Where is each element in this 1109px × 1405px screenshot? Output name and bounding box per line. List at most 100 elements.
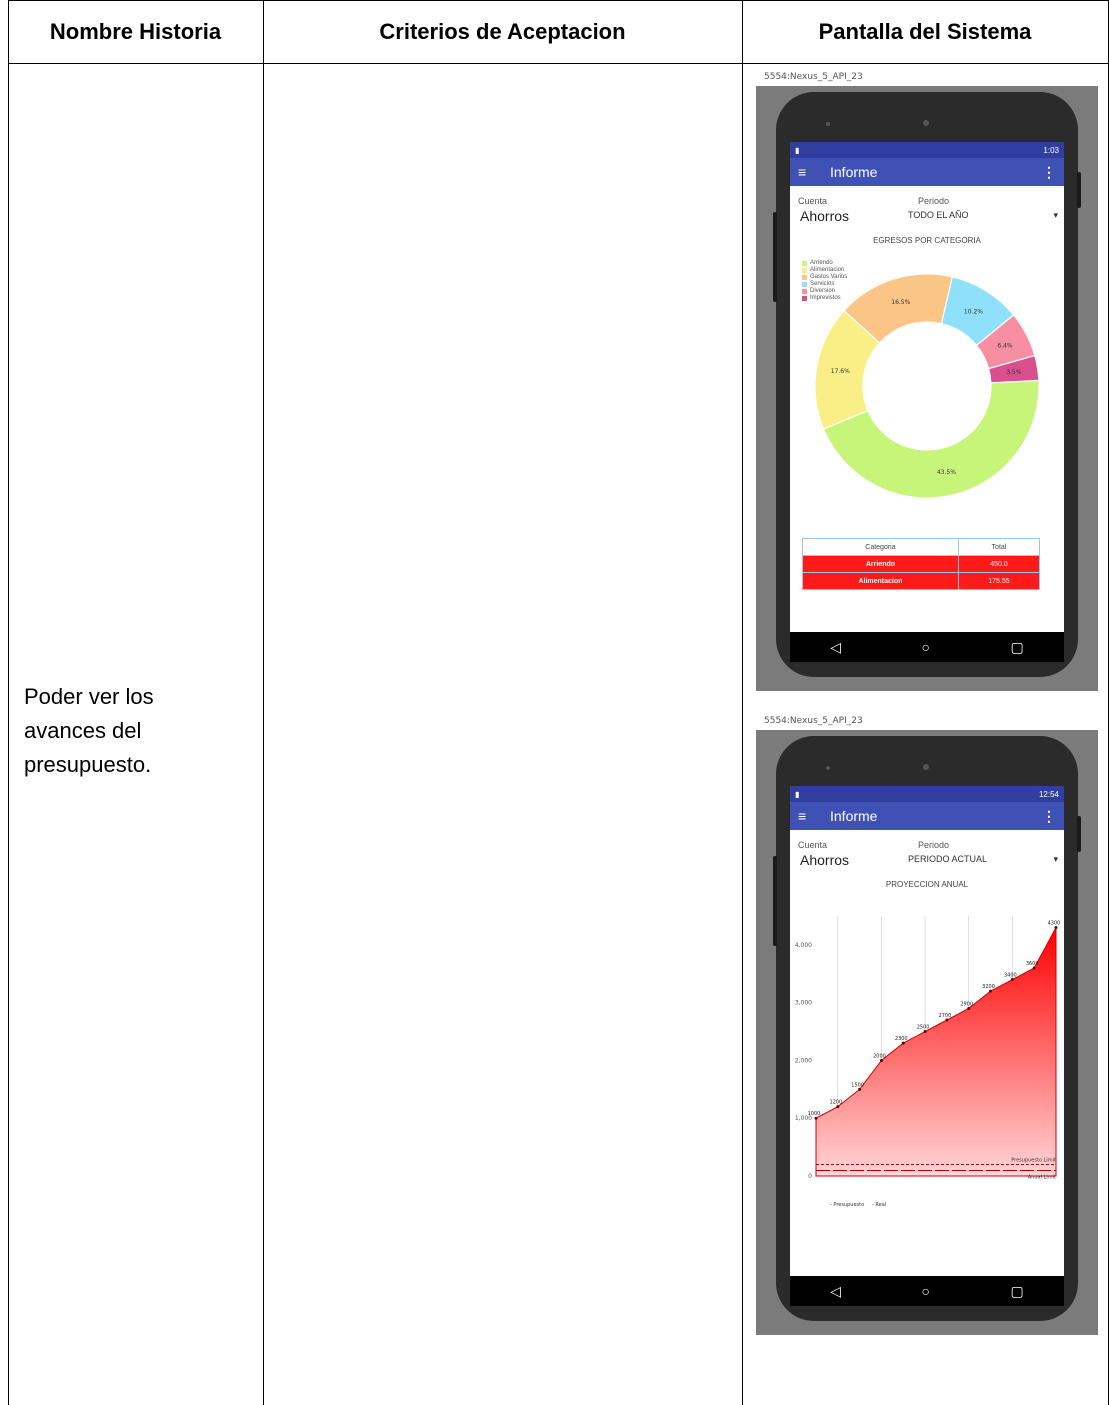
device-label: 5554:Nexus_5_API_23	[764, 716, 863, 726]
donut-chart: 43.5% 17.6% 16.5% 10.2% 6.4% 3.5%	[814, 273, 1040, 499]
more-options-icon[interactable]: ⋮	[1042, 164, 1056, 181]
app-bar: ≡ Informe ⋮	[790, 802, 1064, 830]
periodo-label: Periodo	[918, 840, 950, 850]
slice-value-label: 10.2%	[964, 308, 983, 315]
column-header-criteria: Criterios de Aceptacion	[379, 19, 626, 44]
phone-screen: ▮ 1:03 ≡ Informe ⋮ Cuenta Periodo Ahorros…	[790, 142, 1064, 632]
emulator-screenshot-2: 5554:Nexus_5_API_23 ▮ 12:54 ≡ Informe ⋮ C…	[756, 710, 1098, 1335]
periodo-value: TODO EL AÑO	[908, 210, 969, 220]
data-label: 3400	[1004, 973, 1017, 979]
menu-icon[interactable]: ≡	[798, 164, 812, 180]
data-label: 3200	[982, 984, 995, 990]
phone-frame: ▮ 1:03 ≡ Informe ⋮ Cuenta Periodo Ahorros…	[773, 92, 1081, 677]
legend-item: - Presupuesto	[830, 1202, 864, 1208]
slice-value-label: 3.5%	[1006, 369, 1022, 376]
slice-value-label: 6.4%	[997, 342, 1013, 349]
status-bar: ▮ 1:03	[790, 142, 1064, 158]
table-divider-1	[263, 0, 264, 1405]
volume-button	[773, 212, 777, 302]
data-label: 2300	[895, 1036, 908, 1042]
app-title: Informe	[830, 164, 878, 180]
data-label: 2500	[917, 1025, 930, 1031]
cuenta-label: Cuenta	[798, 840, 828, 850]
data-label: 2000	[873, 1053, 886, 1059]
slice-value-label: 43.5%	[937, 469, 956, 476]
table-border-left	[8, 0, 9, 1405]
volume-button	[773, 856, 777, 946]
area-chart: 01,0002,0003,0004,0001000120015002000230…	[795, 916, 1060, 1208]
category-table: Categoria Total Arriendo 450.0 Alimentacio…	[802, 538, 1041, 590]
y-tick-label: 0	[808, 1173, 812, 1180]
status-bar: ▮ 12:54	[790, 786, 1064, 802]
periodo-value: PERIODO ACTUAL	[908, 854, 988, 864]
story-line-2: avances del	[24, 718, 142, 743]
table-header-total: Total	[957, 538, 1041, 556]
phone-screen: ▮ 12:54 ≡ Informe ⋮ Cuenta Periodo Ahorro…	[790, 786, 1064, 1276]
camera-icon	[923, 120, 929, 126]
periodo-label: Periodo	[918, 196, 950, 206]
cuenta-select[interactable]: Ahorros	[800, 852, 849, 868]
row-total: 450.0	[957, 555, 1041, 573]
back-icon[interactable]: ◁	[830, 639, 841, 656]
y-tick-label: 2,000	[795, 1057, 812, 1064]
limit-label: Presupuesto Limit	[1011, 1157, 1056, 1163]
cuenta-label: Cuenta	[798, 196, 828, 206]
slice-value-label: 16.5%	[891, 299, 910, 306]
nav-bar: ◁ ○ ▢	[790, 1276, 1064, 1306]
data-label: 2700	[939, 1013, 952, 1019]
row-total: 175.55	[957, 572, 1041, 590]
phone-frame: ▮ 12:54 ≡ Informe ⋮ Cuenta Periodo Ahorro…	[773, 736, 1081, 1321]
y-tick-label: 4,000	[795, 942, 812, 949]
menu-icon[interactable]: ≡	[798, 808, 812, 824]
data-label: 1200	[829, 1100, 842, 1106]
chevron-down-icon: ▾	[1053, 210, 1058, 220]
data-label: 3600	[1026, 961, 1039, 967]
row-categoria: Alimentacion	[802, 572, 959, 590]
data-label: 1000	[808, 1111, 821, 1117]
filters: Cuenta Periodo Ahorros TODO EL AÑO ▾	[790, 186, 1064, 234]
emulator-screenshot-1: 5554:Nexus_5_API_23 ▮ 1:03 ≡ Informe ⋮ Cu…	[756, 66, 1098, 691]
status-time: 12:54	[1038, 789, 1059, 799]
more-options-icon[interactable]: ⋮	[1042, 808, 1056, 825]
cuenta-select[interactable]: Ahorros	[800, 208, 849, 224]
series-area-real	[815, 927, 1057, 1177]
home-icon[interactable]: ○	[922, 1283, 930, 1299]
camera-icon	[923, 764, 929, 770]
app-title: Informe	[830, 808, 878, 824]
story-line-1-text: Poder ver los	[24, 684, 154, 709]
recents-icon[interactable]: ▢	[1011, 639, 1024, 656]
sim-icon: ▮	[795, 789, 800, 799]
story-line-3: presupuesto.	[24, 752, 152, 777]
sim-icon: ▮	[795, 145, 800, 155]
nav-bar: ◁ ○ ▢	[790, 632, 1064, 662]
story-text: Poder ver los avances del presupuesto.	[24, 680, 248, 782]
power-button	[1077, 816, 1081, 852]
periodo-select[interactable]: TODO EL AÑO ▾	[908, 210, 1058, 221]
home-icon[interactable]: ○	[922, 639, 930, 655]
slice-value-label: 17.6%	[831, 368, 850, 375]
data-label: 2900	[960, 1001, 973, 1007]
story-line-1: Poder ver los	[24, 680, 248, 714]
column-header-story: Nombre Historia	[49, 19, 222, 44]
sensor-icon	[826, 766, 830, 770]
table-row[interactable]: Alimentacion 175.55	[802, 572, 1041, 590]
device-label: 5554:Nexus_5_API_23	[764, 72, 863, 82]
chart-title: PROYECCION ANUAL	[885, 880, 969, 889]
table-divider-2	[742, 0, 743, 1405]
table-row[interactable]: Arriendo 450.0	[802, 555, 1041, 573]
status-time: 1:03	[1043, 145, 1059, 155]
data-label: 1500	[851, 1082, 864, 1088]
app-bar: ≡ Informe ⋮	[790, 158, 1064, 186]
column-header-screen: Pantalla del Sistema	[818, 19, 1032, 44]
power-button	[1077, 172, 1081, 208]
table-header-categoria: Categoria	[802, 538, 959, 556]
back-icon[interactable]: ◁	[830, 1283, 841, 1300]
sensor-icon	[826, 122, 830, 126]
y-tick-label: 3,000	[795, 1000, 812, 1007]
filters: Cuenta Periodo Ahorros PERIODO ACTUAL ▾	[790, 830, 1064, 878]
periodo-select[interactable]: PERIODO ACTUAL ▾	[908, 854, 1058, 865]
recents-icon[interactable]: ▢	[1011, 1283, 1024, 1300]
chevron-down-icon: ▾	[1053, 854, 1058, 864]
table-header-row: Categoria Total	[802, 538, 1041, 556]
limit-label: Anual Limit	[1028, 1174, 1056, 1180]
